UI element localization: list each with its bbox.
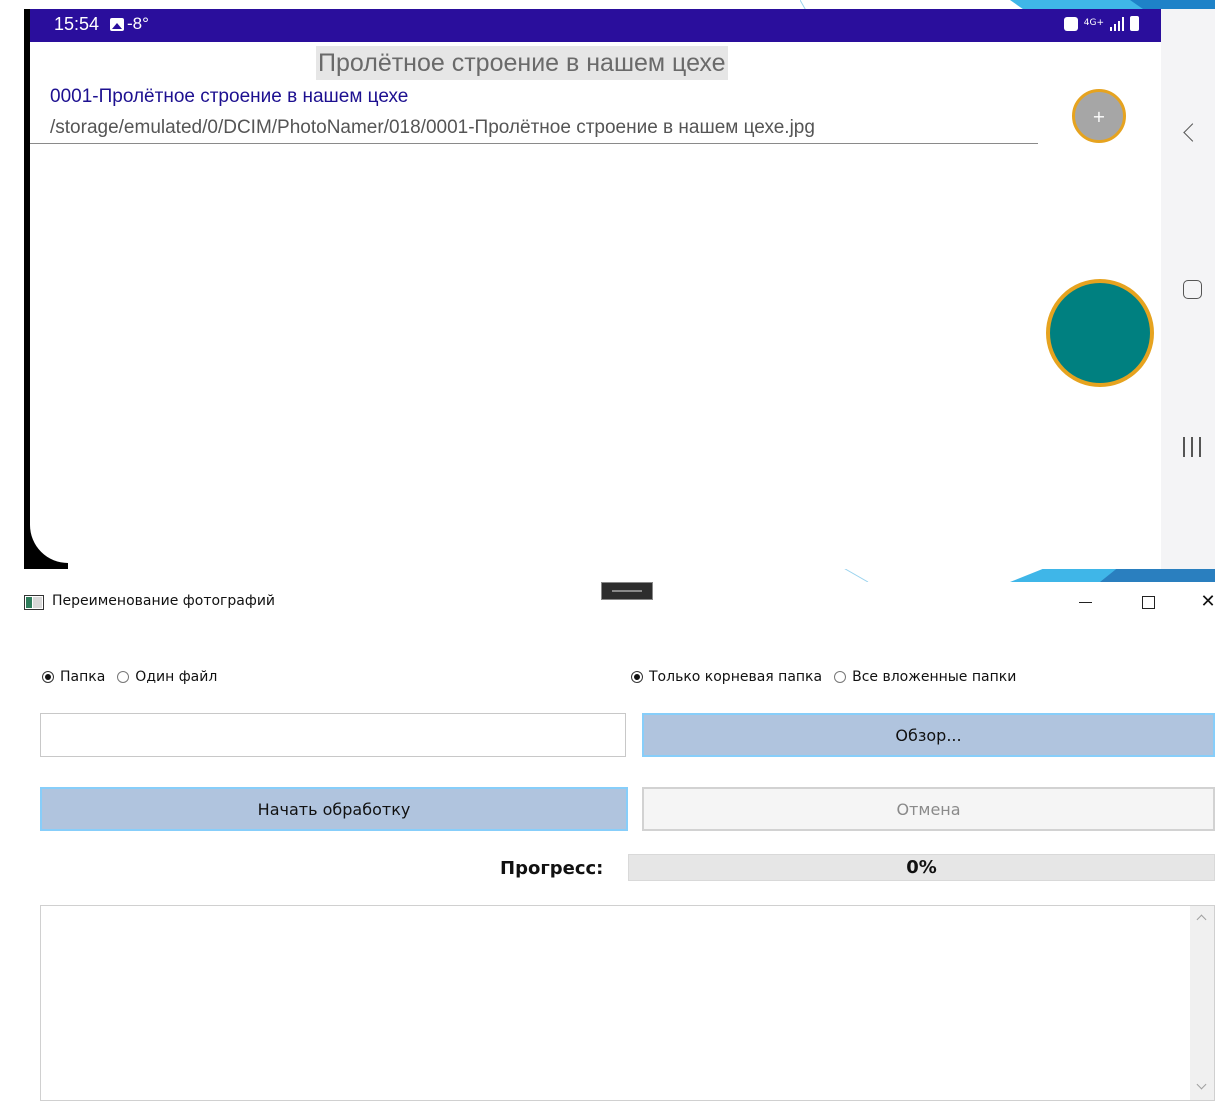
radio-folder[interactable]: Папка — [42, 669, 105, 685]
screen-corner — [24, 525, 68, 569]
maximize-button[interactable] — [1136, 590, 1160, 614]
radio-single-file[interactable]: Один файл — [117, 669, 217, 685]
status-time: 15:54 — [54, 14, 100, 34]
drag-handle[interactable] — [601, 582, 653, 600]
list-item-path[interactable]: /storage/emulated/0/DCIM/PhotoNamer/018/… — [50, 117, 815, 139]
browse-button[interactable]: Обзор... — [642, 713, 1215, 757]
radio-root-only-indicator[interactable] — [631, 671, 643, 683]
start-processing-button[interactable]: Начать обработку — [40, 787, 628, 831]
home-icon[interactable] — [1183, 280, 1202, 299]
app-icon — [24, 595, 44, 610]
scope-mode-group: Только корневая папка Все вложенные папк… — [631, 669, 1028, 685]
close-button[interactable]: ✕ — [1196, 590, 1215, 614]
log-content — [41, 906, 1214, 918]
recents-icon[interactable] — [1181, 437, 1203, 457]
network-type-icon: 4G+ — [1083, 18, 1104, 28]
progress-label: Прогресс: — [500, 858, 604, 879]
log-textarea[interactable] — [40, 905, 1215, 1101]
status-temperature: -8° — [127, 14, 149, 33]
status-bar: 15:54 -8° 4G+ — [30, 9, 1161, 42]
scroll-down-icon[interactable] — [1196, 1079, 1207, 1090]
battery-icon — [1130, 16, 1139, 31]
window-title: Переименование фотографий — [52, 593, 276, 609]
add-button[interactable]: + — [1072, 89, 1126, 143]
gallery-icon — [110, 18, 124, 31]
scroll-up-icon[interactable] — [1196, 914, 1207, 925]
radio-folder-indicator[interactable] — [42, 671, 54, 683]
screen-edge — [24, 9, 30, 569]
minimize-button[interactable] — [1074, 590, 1098, 614]
path-input[interactable] — [40, 713, 626, 757]
android-screen: 15:54 -8° 4G+ Пролётное строение в нашем… — [24, 9, 1161, 569]
progress-bar: 0% — [628, 854, 1215, 881]
car-icon — [1063, 16, 1078, 31]
progress-text: 0% — [906, 857, 937, 878]
radio-root-only[interactable]: Только корневая папка — [631, 669, 822, 685]
cancel-button[interactable]: Отмена — [642, 787, 1215, 831]
radio-root-only-label: Только корневая папка — [649, 669, 823, 685]
radio-single-file-label: Один файл — [135, 669, 218, 685]
log-scrollbar[interactable] — [1190, 906, 1214, 1100]
radio-all-subfolders-label: Все вложенные папки — [852, 669, 1017, 685]
list-item-title[interactable]: 0001-Пролётное строение в нашем цехе — [50, 86, 408, 108]
android-nav-bar — [1161, 9, 1215, 569]
radio-folder-label: Папка — [60, 669, 106, 685]
status-icons: 4G+ — [1063, 16, 1139, 31]
signal-icon — [1110, 16, 1124, 31]
back-icon[interactable] — [1183, 123, 1202, 142]
radio-single-file-indicator[interactable] — [117, 671, 130, 683]
rename-photos-window: Переименование фотографий ✕ Папка Один ф… — [0, 582, 1215, 1116]
title-bar[interactable]: Переименование фотографий ✕ — [0, 582, 1215, 622]
radio-all-subfolders[interactable]: Все вложенные папки — [834, 669, 1016, 685]
camera-button[interactable] — [1046, 279, 1154, 387]
app-title: Пролётное строение в нашем цехе — [316, 46, 728, 80]
list-divider — [30, 143, 1038, 144]
radio-all-subfolders-indicator[interactable] — [834, 671, 847, 683]
source-mode-group: Папка Один файл — [42, 669, 229, 685]
